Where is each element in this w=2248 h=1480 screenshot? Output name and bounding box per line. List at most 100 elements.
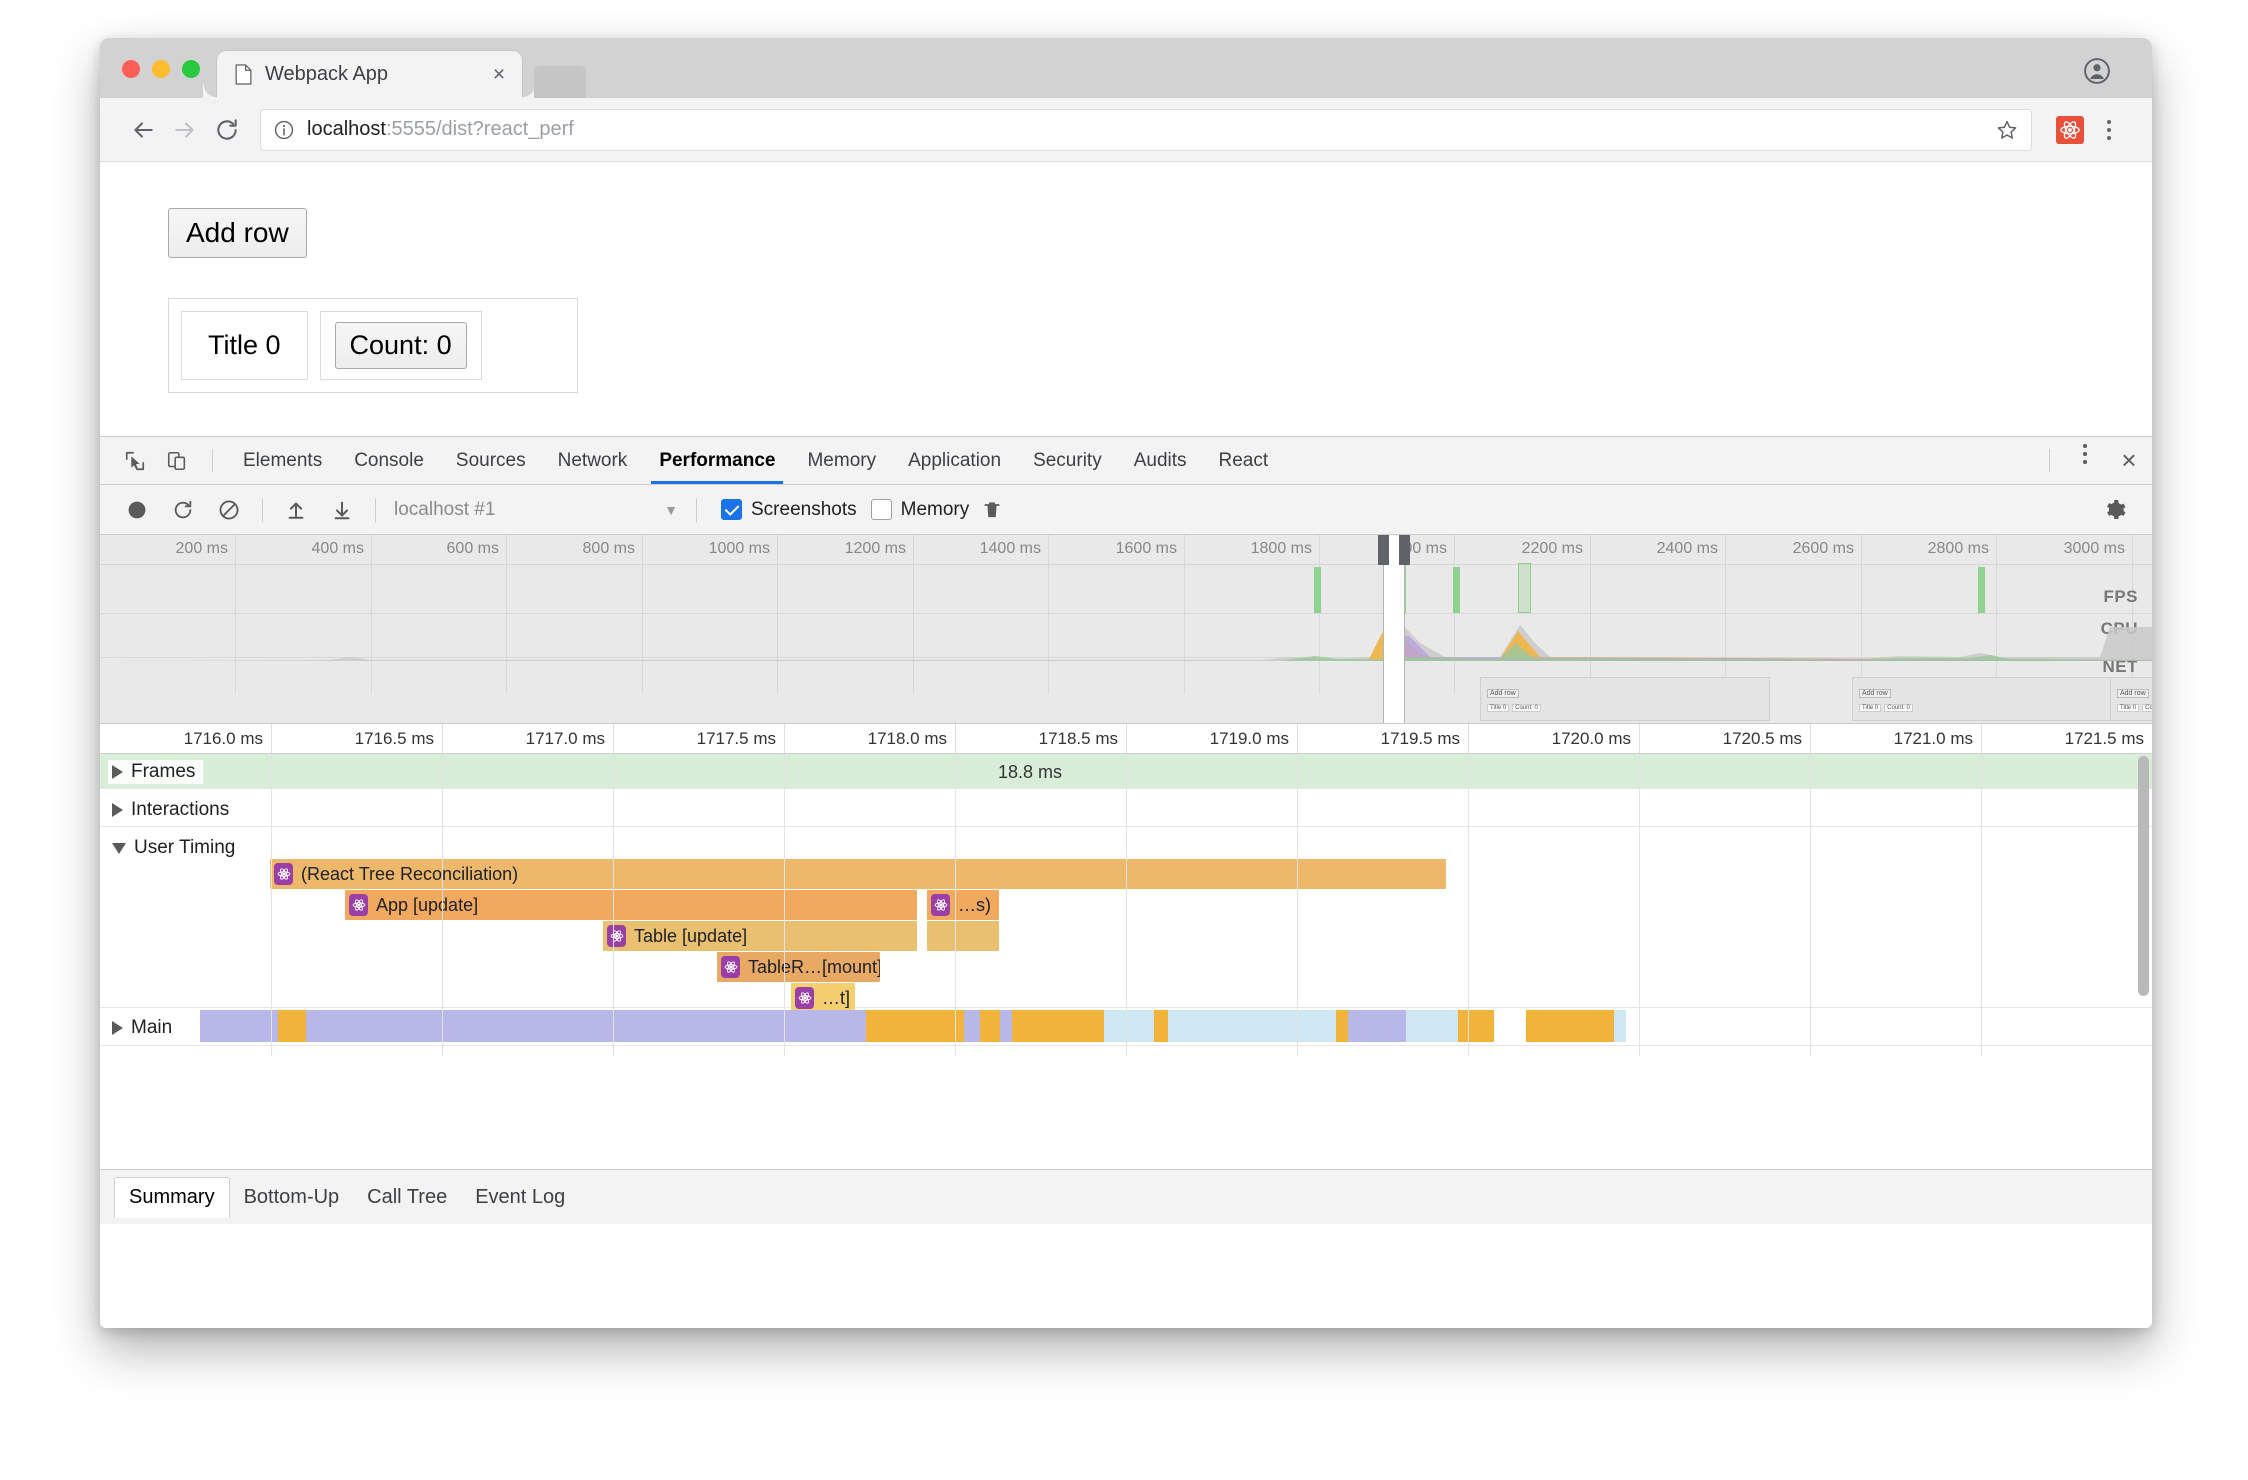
memory-checkbox-item[interactable]: Memory (871, 499, 970, 521)
clear-recording-button[interactable] (206, 487, 252, 533)
tab-security[interactable]: Security (1017, 437, 1118, 484)
close-tab-icon[interactable]: × (488, 64, 510, 86)
main-thread-segment[interactable] (1012, 1010, 1104, 1042)
page-icon (235, 64, 252, 85)
main-thread-segment[interactable] (1336, 1010, 1348, 1042)
memory-checkbox[interactable] (871, 499, 892, 520)
url-host: localhost (307, 118, 386, 140)
main-thread-segment[interactable] (1000, 1010, 1012, 1042)
browser-menu-icon[interactable] (2094, 113, 2124, 147)
data-table: Title 0 Count: 0 (168, 298, 578, 393)
timeline-overview[interactable]: 200 ms400 ms600 ms800 ms1000 ms1200 ms14… (100, 535, 2152, 724)
main-thread-segment[interactable] (1168, 1010, 1336, 1042)
user-timing-event[interactable]: TableR…[mount] (717, 952, 880, 982)
close-devtools-icon[interactable]: × (2106, 437, 2152, 484)
devtools-menu-icon[interactable] (2070, 437, 2100, 471)
maximize-window-button[interactable] (182, 60, 200, 78)
filmstrip-thumbnail[interactable]: Add rowTitle 0Count: 0 (2110, 677, 2152, 721)
tab-application[interactable]: Application (892, 437, 1017, 484)
tab-audits[interactable]: Audits (1118, 437, 1203, 484)
close-window-button[interactable] (122, 60, 140, 78)
tab-elements[interactable]: Elements (227, 437, 338, 484)
tab-sources[interactable]: Sources (440, 437, 542, 484)
reload-button[interactable] (206, 109, 248, 151)
user-timing-event[interactable] (927, 921, 999, 951)
detail-tick-label: 1717.0 ms (526, 729, 605, 749)
main-thread-segment[interactable] (1104, 1010, 1154, 1042)
track-header-raster[interactable]: Raster (108, 1054, 195, 1056)
main-thread-segment[interactable] (1154, 1010, 1168, 1042)
main-thread-segment[interactable] (1348, 1010, 1406, 1042)
window-traffic-lights[interactable] (122, 60, 200, 78)
main-thread-segment[interactable] (200, 1010, 278, 1042)
user-timing-event[interactable]: …t] (791, 983, 855, 1013)
collect-garbage-button[interactable] (969, 487, 1015, 533)
tab-react[interactable]: React (1203, 437, 1285, 484)
add-row-button[interactable]: Add row (168, 208, 307, 258)
flame-chart-tracks[interactable]: 18.8 ms Frames Interactions User Timing … (100, 754, 2152, 1056)
devtools-settings-button[interactable] (2092, 487, 2138, 533)
back-button[interactable] (122, 109, 164, 151)
cpu-usage-graph (100, 613, 2152, 661)
device-toolbar-button[interactable] (156, 437, 198, 484)
info-icon[interactable] (273, 119, 295, 141)
address-bar[interactable]: localhost:5555/dist?react_perf (260, 109, 2032, 151)
drawer-tab-bottom-up[interactable]: Bottom-Up (230, 1178, 354, 1217)
overview-selection-window[interactable] (1383, 535, 1405, 723)
main-thread-segment[interactable] (1526, 1010, 1614, 1042)
main-thread-segment[interactable] (980, 1010, 1000, 1042)
main-thread-segment[interactable] (866, 1010, 964, 1042)
track-header-user-timing[interactable]: User Timing (108, 836, 243, 860)
selection-handle-right[interactable] (1399, 535, 1410, 565)
drawer-tab-call-tree[interactable]: Call Tree (353, 1178, 461, 1217)
drawer-tab-event-log[interactable]: Event Log (461, 1178, 579, 1217)
main-thread-segment[interactable] (1614, 1010, 1626, 1042)
vertical-scrollbar[interactable] (2138, 756, 2149, 996)
count-button[interactable]: Count: 0 (335, 322, 467, 369)
overview-ruler: 200 ms400 ms600 ms800 ms1000 ms1200 ms14… (100, 535, 2152, 565)
screenshot-filmstrip[interactable]: Add rowTitle 0Count: 0Add rowTitle 0Coun… (100, 676, 2152, 723)
chevron-down-icon: ▼ (664, 502, 678, 518)
react-extension-icon[interactable] (2056, 116, 2084, 144)
tab-network[interactable]: Network (542, 437, 644, 484)
tab-console[interactable]: Console (338, 437, 440, 484)
tab-memory[interactable]: Memory (791, 437, 892, 484)
load-profile-button[interactable] (273, 487, 319, 533)
save-profile-button[interactable] (319, 487, 365, 533)
reload-icon (214, 117, 240, 143)
user-timing-event[interactable]: (React Tree Reconciliation) (270, 859, 1446, 889)
new-tab-button[interactable] (534, 66, 586, 98)
star-icon[interactable] (1995, 118, 2019, 142)
filmstrip-thumbnail[interactable]: Add rowTitle 0Count: 0 (1852, 677, 2142, 721)
main-thread-segment[interactable] (1458, 1010, 1494, 1042)
table-cell-title: Title 0 (181, 311, 308, 380)
browser-tab[interactable]: Webpack App × (217, 51, 522, 98)
overview-tick-label: 1400 ms (980, 540, 1041, 558)
drawer-tab-summary[interactable]: Summary (114, 1177, 230, 1218)
toolbar-divider-right (2049, 449, 2050, 472)
profile-selector[interactable]: localhost #1 ▼ (386, 495, 686, 525)
main-thread-segment[interactable] (1406, 1010, 1458, 1042)
screenshots-checkbox[interactable] (721, 499, 742, 520)
forward-button[interactable] (164, 109, 206, 151)
selection-handle-left[interactable] (1378, 535, 1389, 565)
record-button[interactable] (114, 487, 160, 533)
main-thread-segment[interactable] (278, 1010, 306, 1042)
minimize-window-button[interactable] (152, 60, 170, 78)
track-header-main[interactable]: Main (108, 1016, 180, 1040)
user-timing-event[interactable]: App [update] (345, 890, 917, 920)
inspect-element-button[interactable] (114, 437, 156, 484)
filmstrip-thumbnail[interactable]: Add rowTitle 0Count: 0 (1480, 677, 1770, 721)
reload-record-icon (172, 499, 194, 521)
main-thread-segment[interactable] (1494, 1010, 1526, 1042)
reload-and-record-button[interactable] (160, 487, 206, 533)
user-timing-event[interactable]: …s) (927, 890, 999, 920)
main-thread-segment[interactable] (964, 1010, 980, 1042)
tab-performance[interactable]: Performance (643, 437, 791, 484)
track-header-interactions[interactable]: Interactions (108, 798, 237, 822)
screenshots-checkbox-item[interactable]: Screenshots (721, 499, 857, 521)
profile-avatar-icon[interactable] (2084, 58, 2110, 84)
main-thread-segment[interactable] (306, 1010, 866, 1042)
track-header-frames[interactable]: Frames (108, 760, 203, 784)
user-timing-event[interactable]: Table [update] (603, 921, 917, 951)
